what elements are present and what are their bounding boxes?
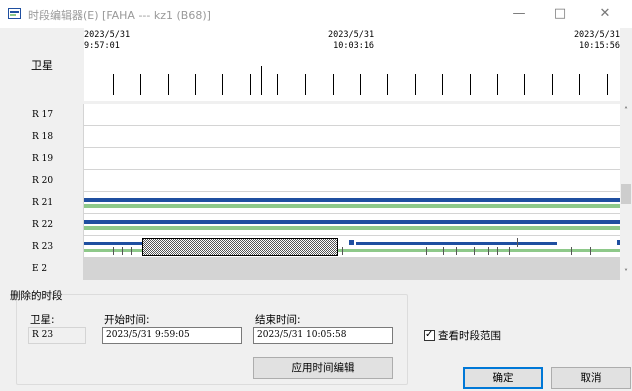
- satellite-row[interactable]: E 2: [0, 258, 620, 280]
- satellite-row-track[interactable]: [84, 126, 620, 148]
- maximize-button[interactable]: □: [545, 4, 575, 24]
- checkmark-icon: ✓: [425, 329, 434, 340]
- satellite-row-label: R 20: [0, 170, 84, 192]
- cancel-button[interactable]: 取消: [551, 367, 631, 389]
- satellite-row-track[interactable]: [84, 170, 620, 192]
- satellite-row[interactable]: R 20: [0, 170, 620, 192]
- ok-button[interactable]: 确定: [463, 367, 543, 389]
- blue-observation-bar: [349, 240, 354, 245]
- satellite-row[interactable]: R 22: [0, 214, 620, 236]
- view-range-checkbox-box[interactable]: ✓: [424, 329, 435, 341]
- green-observation-bar: [84, 204, 620, 208]
- satellite-row-track[interactable]: [84, 236, 620, 258]
- satellite-row[interactable]: R 18: [0, 126, 620, 148]
- scrollbar-thumb[interactable]: [621, 184, 631, 204]
- view-range-checkbox[interactable]: ✓ 查看时段范围: [424, 328, 501, 343]
- blue-observation-bar: [84, 242, 142, 245]
- satellite-row-track[interactable]: [84, 258, 620, 280]
- green-observation-bar: [84, 226, 620, 230]
- apply-time-edit-button[interactable]: 应用时间编辑: [253, 357, 393, 379]
- satellite-row-track[interactable]: [84, 192, 620, 214]
- scroll-up-arrow-icon[interactable]: ˄: [620, 104, 632, 118]
- satellite-row-track[interactable]: [84, 214, 620, 236]
- view-range-label: 查看时段范围: [438, 330, 501, 342]
- satellite-row-label: R 18: [0, 126, 84, 148]
- satellite-row[interactable]: R 19: [0, 148, 620, 170]
- satellite-grid[interactable]: R 17 R 18 R 19 R 20 R 21 R 22 R 23 E 2: [0, 104, 620, 280]
- satellite-row-track[interactable]: [84, 104, 620, 126]
- blue-observation-bar: [84, 198, 620, 202]
- app-icon: [8, 8, 21, 19]
- satellite-row[interactable]: R 23: [0, 236, 620, 258]
- satellite-field: R 23: [28, 327, 86, 344]
- selected-deleted-segment: [142, 238, 338, 256]
- window-title: 时段编辑器(E) [FAHA --- kz1 (B68)]: [28, 9, 211, 22]
- title-bar: 时段编辑器(E) [FAHA --- kz1 (B68)] — □ ✕: [0, 0, 632, 28]
- blue-observation-bar: [84, 220, 620, 224]
- start-time-label: 开始时间:: [104, 314, 150, 326]
- start-time-field[interactable]: 2023/5/31 9:59:05: [102, 327, 242, 344]
- satellite-row-label: E 2: [0, 258, 84, 280]
- blue-observation-bar: [356, 242, 557, 245]
- timeline-ruler: 2023/5/31 9:57:01 2023/5/31 10:03:16 202…: [84, 28, 620, 101]
- satellite-header-label: 卫星: [31, 58, 53, 72]
- satellite-row-label: R 17: [0, 104, 84, 126]
- satellite-row-label: R 21: [0, 192, 84, 214]
- satellite-field-label: 卫星:: [30, 314, 55, 326]
- satellite-row[interactable]: R 17: [0, 104, 620, 126]
- scroll-down-arrow-icon[interactable]: ˅: [620, 266, 632, 280]
- satellite-row-track[interactable]: [84, 148, 620, 170]
- satellite-row-label: R 22: [0, 214, 84, 236]
- end-time-label: 结束时间:: [255, 314, 301, 326]
- vertical-scrollbar[interactable]: ˄ ˅: [620, 104, 632, 280]
- satellite-row-label: R 23: [0, 236, 84, 258]
- minimize-button[interactable]: —: [504, 4, 534, 24]
- satellite-column-header: 卫星: [0, 28, 84, 101]
- satellite-row-label: R 19: [0, 148, 84, 170]
- timeline-ticks: [113, 66, 608, 95]
- deleted-period-group-title: 删除的时段: [10, 290, 63, 302]
- end-time-field[interactable]: 2023/5/31 10:05:58: [253, 327, 393, 344]
- close-button[interactable]: ✕: [590, 4, 620, 24]
- satellite-row[interactable]: R 21: [0, 192, 620, 214]
